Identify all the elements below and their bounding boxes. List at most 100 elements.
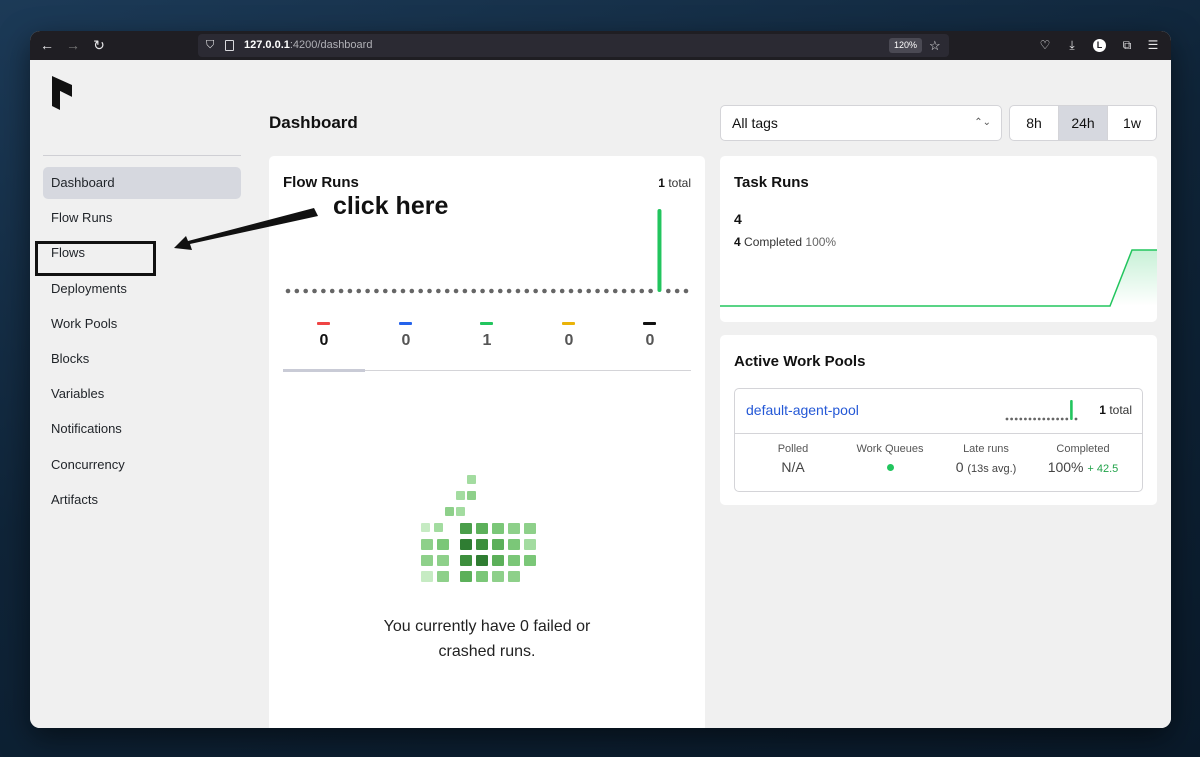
empty-run-dot: [418, 288, 423, 294]
pool-run-bar: [1070, 400, 1073, 420]
empty-run-dot: [648, 288, 653, 294]
task-runs-card: Task Runs 4 4 Completed 100%: [720, 156, 1157, 322]
work-pool-item: default-agent-pool 1 total Polled N/A Wo…: [734, 388, 1143, 492]
pool-empty-dot: [1005, 417, 1009, 421]
range-8h-button[interactable]: 8h: [1010, 106, 1059, 140]
page-icon: [225, 40, 234, 51]
empty-run-dot: [294, 288, 300, 294]
sidebar-divider: [43, 155, 241, 156]
sidebar-item-deployments[interactable]: Deployments: [43, 273, 241, 305]
empty-run-dot: [303, 288, 308, 294]
reload-icon[interactable]: ↻: [91, 37, 107, 53]
pool-empty-dot: [1051, 417, 1055, 421]
empty-run-dot: [533, 288, 538, 294]
active-work-pools-card: Active Work Pools default-agent-pool 1 t…: [720, 335, 1157, 505]
empty-run-dot: [321, 288, 326, 294]
empty-run-dot: [577, 288, 583, 294]
empty-run-dot: [436, 288, 441, 294]
empty-run-dot: [559, 288, 565, 294]
pool-empty-dot: [1033, 417, 1036, 421]
state-count: 1: [482, 332, 492, 349]
empty-run-dot: [586, 288, 592, 294]
forward-arrow-icon[interactable]: →: [65, 37, 81, 53]
sidebar-item-artifacts[interactable]: Artifacts: [43, 484, 241, 516]
bookmark-star-icon[interactable]: ☆: [929, 34, 941, 57]
task-runs-area-chart: [720, 249, 1157, 307]
sidebar-item-variables[interactable]: Variables: [43, 378, 241, 410]
sidebar-item-blocks[interactable]: Blocks: [43, 343, 241, 375]
empty-run-dot: [480, 288, 485, 294]
state-color-bar: [480, 322, 493, 325]
pocket-icon[interactable]: ♡: [1037, 37, 1053, 53]
state-tab-cancelled[interactable]: 0: [609, 316, 691, 371]
browser-toolbar: ← → ↻ ⛉ 127.0.0.1:4200/dashboard 120% ☆ …: [30, 31, 1171, 60]
empty-run-dot: [506, 288, 512, 294]
flow-runs-total: 1 total: [658, 176, 691, 190]
state-tab-late[interactable]: 0: [528, 316, 610, 371]
pool-empty-dot: [1056, 417, 1059, 421]
pool-empty-dot: [1019, 417, 1023, 421]
sidebar-item-notifications[interactable]: Notifications: [43, 413, 241, 445]
empty-run-dot: [312, 288, 317, 294]
empty-run-dot: [338, 288, 344, 294]
state-color-bar: [562, 322, 575, 325]
extensions-icon[interactable]: ⧉: [1119, 37, 1135, 53]
run-bar[interactable]: [657, 209, 662, 292]
annotation-text: click here: [333, 192, 449, 220]
pool-stat-late-runs: Late runs 0 (13s avg.): [955, 443, 1017, 475]
chevron-updown-icon: ⌃⌄: [974, 117, 991, 128]
empty-run-dot: [453, 288, 459, 294]
state-count: 0: [319, 332, 329, 349]
empty-run-dot: [683, 288, 689, 294]
sidebar-item-work-pools[interactable]: Work Pools: [43, 308, 241, 340]
empty-run-dot: [409, 288, 415, 294]
empty-run-dot: [639, 288, 645, 294]
empty-run-dot: [551, 288, 556, 294]
time-range-toggle: 8h 24h 1w: [1009, 105, 1157, 141]
back-arrow-icon[interactable]: ←: [39, 37, 55, 53]
menu-icon[interactable]: ☰: [1145, 37, 1161, 53]
empty-run-dot: [471, 288, 477, 294]
empty-run-dot: [374, 288, 379, 294]
empty-run-dot: [542, 288, 547, 294]
range-1w-button[interactable]: 1w: [1108, 106, 1156, 140]
empty-run-dot: [666, 288, 671, 294]
pool-stat-polled: Polled N/A: [777, 443, 809, 475]
empty-run-dot: [604, 288, 609, 294]
pool-name-link[interactable]: default-agent-pool: [746, 402, 859, 418]
pool-total: 1 total: [1099, 403, 1132, 417]
state-count: 0: [401, 332, 411, 349]
prefect-logo-icon[interactable]: [50, 76, 74, 110]
task-runs-title: Task Runs: [734, 174, 809, 191]
state-color-bar: [317, 322, 330, 325]
url-text: 127.0.0.1:4200/dashboard: [244, 39, 373, 51]
empty-run-dot: [347, 288, 353, 294]
empty-run-dot: [462, 288, 468, 294]
thumbs-up-illustration-icon: [421, 475, 536, 582]
pool-empty-dot: [1024, 417, 1027, 421]
empty-run-dot: [382, 288, 388, 294]
empty-run-dot: [427, 288, 432, 294]
empty-run-dot: [365, 288, 370, 294]
task-runs-count: 4: [734, 211, 742, 227]
sidebar-item-concurrency[interactable]: Concurrency: [43, 449, 241, 481]
pool-empty-dot: [1060, 417, 1064, 421]
state-tab-completed[interactable]: 1: [446, 316, 528, 371]
range-24h-button[interactable]: 24h: [1059, 106, 1108, 140]
state-tab-failed[interactable]: 0: [283, 316, 365, 372]
state-tab-running[interactable]: 0: [365, 316, 447, 371]
tags-select[interactable]: All tags ⌃⌄: [720, 105, 1002, 141]
empty-run-dot: [612, 288, 618, 294]
zoom-level-badge[interactable]: 120%: [889, 38, 923, 53]
empty-state-message: You currently have 0 failed or crashed r…: [383, 618, 591, 660]
profile-avatar[interactable]: L: [1093, 39, 1106, 52]
address-bar[interactable]: ⛉ 127.0.0.1:4200/dashboard 120% ☆: [198, 34, 949, 57]
active-tab-underline: [283, 369, 365, 372]
empty-run-dot: [285, 288, 291, 294]
pool-stat-work-queues: Work Queues: [840, 443, 940, 476]
flow-runs-card: Flow Runs 1 total 0 0 1 0 0 You currentl…: [269, 156, 705, 728]
flow-runs-title: Flow Runs: [283, 174, 359, 191]
download-icon[interactable]: ⤓: [1064, 37, 1080, 53]
sidebar-item-dashboard[interactable]: Dashboard: [43, 167, 241, 199]
empty-run-dot: [400, 288, 406, 294]
